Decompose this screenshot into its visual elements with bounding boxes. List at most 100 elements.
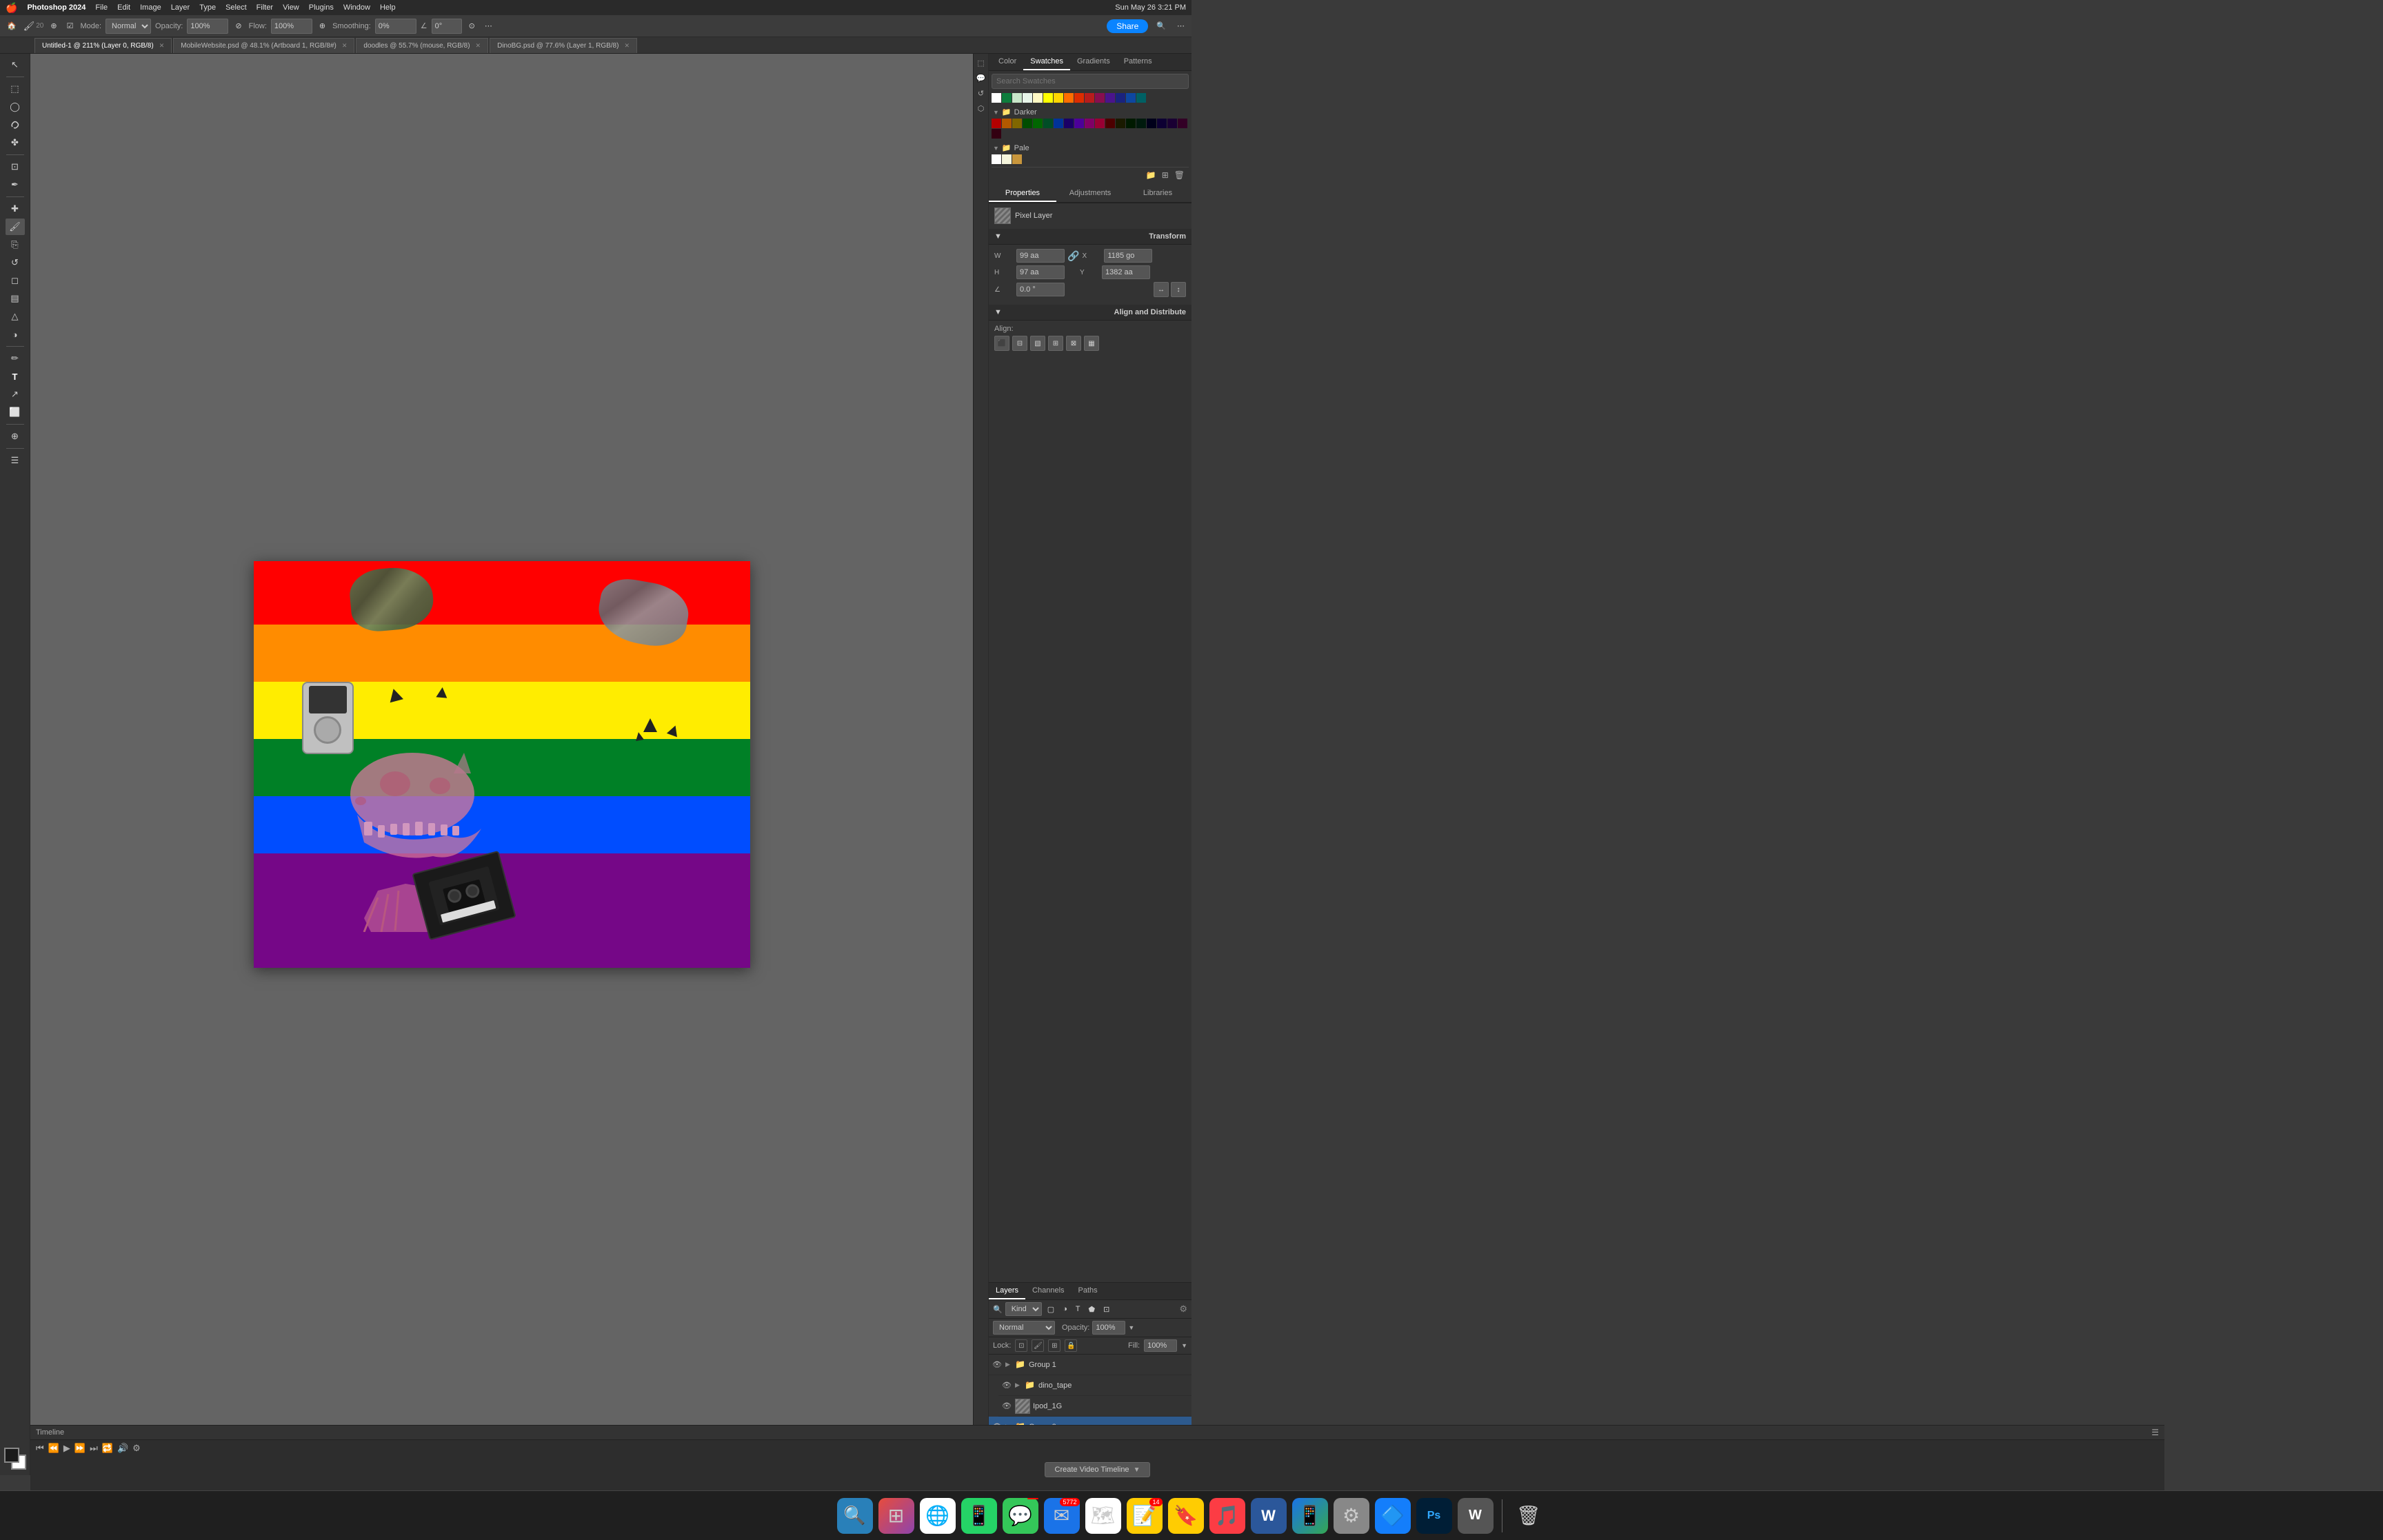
menu-help[interactable]: Help	[380, 3, 396, 12]
tab-2[interactable]: doodles @ 55.7% (mouse, RGB/8) ✕	[356, 38, 488, 53]
tool-marquee-ellipse[interactable]: ◯	[6, 99, 25, 115]
tool-clone-stamp[interactable]: ⎘	[6, 236, 25, 253]
swatch-cell[interactable]	[1002, 93, 1012, 103]
swatch-cell[interactable]	[1054, 93, 1063, 103]
canvas[interactable]	[254, 561, 750, 968]
flip-v-btn[interactable]: ↕	[1171, 282, 1186, 297]
swatch-cell[interactable]	[1033, 93, 1043, 103]
menu-filter[interactable]: Filter	[257, 3, 273, 12]
tool-eyedropper[interactable]: ✒	[6, 176, 25, 193]
lock-position-btn[interactable]: 🔒	[1065, 1339, 1077, 1352]
toolbar-check-btn[interactable]: ☑	[64, 20, 77, 32]
swatch-cell[interactable]	[1064, 93, 1074, 103]
w-input[interactable]	[1016, 249, 1065, 263]
swatch-search-input[interactable]	[992, 74, 1189, 89]
swatch-cell[interactable]	[1043, 93, 1053, 103]
scatter-btn[interactable]: ⋯	[482, 20, 495, 32]
layers-filter-smart-btn[interactable]: ⊡	[1100, 1304, 1112, 1315]
tool-brush[interactable]: 🖌	[6, 219, 25, 235]
layer-ipod[interactable]: 👁 Ipod_1G	[998, 1396, 1192, 1417]
toolbar-home-btn[interactable]: 🏠	[4, 20, 19, 32]
airbrush-btn[interactable]: ⊘	[232, 20, 244, 32]
layer-group1-visibility[interactable]: 👁	[992, 1359, 1003, 1370]
swatch-cell[interactable]	[1043, 119, 1053, 128]
layers-filter-type-btn[interactable]: T	[1073, 1304, 1083, 1315]
menu-image[interactable]: Image	[140, 3, 161, 12]
layers-opacity-input[interactable]	[1092, 1321, 1125, 1335]
dock-finder[interactable]: 🔍	[837, 1498, 873, 1534]
swatch-cell[interactable]	[1126, 93, 1136, 103]
tab-paths[interactable]: Paths	[1072, 1283, 1105, 1299]
swatch-cell[interactable]	[1012, 119, 1022, 128]
tool-dodge[interactable]: ◑	[6, 326, 25, 343]
align-center-h-btn[interactable]: ⊟	[1012, 336, 1027, 351]
mini-chat-btn[interactable]: 💬	[975, 72, 987, 84]
dock-wurst[interactable]: W	[1458, 1498, 1494, 1534]
tab-channels[interactable]: Channels	[1025, 1283, 1071, 1299]
swatch-cell[interactable]	[992, 129, 1001, 139]
swatch-cell[interactable]	[992, 119, 1001, 128]
timeline-skip-end-btn[interactable]: ⏭	[90, 1443, 98, 1454]
dock-messages[interactable]: 💬	[1003, 1498, 1038, 1534]
swatch-cell[interactable]	[1095, 119, 1105, 128]
dock-settings[interactable]: ⚙	[1334, 1498, 1369, 1534]
swatch-cell[interactable]	[1064, 119, 1074, 128]
tool-more[interactable]: ☰	[6, 452, 25, 469]
tab-1[interactable]: MobileWebsite.psd @ 48.1% (Artboard 1, R…	[173, 38, 354, 53]
lock-paint-btn[interactable]: 🖌	[1032, 1339, 1044, 1352]
swatch-cell[interactable]	[992, 93, 1001, 103]
swatch-cell[interactable]	[1095, 93, 1105, 103]
layer-ipod-visibility[interactable]: 👁	[1001, 1401, 1012, 1412]
menu-type[interactable]: Type	[199, 3, 216, 12]
swatch-add-btn[interactable]: ⊞	[1160, 169, 1170, 181]
app-name[interactable]: Photoshop 2024	[27, 3, 86, 12]
dock-chrome[interactable]: 🌐	[920, 1498, 956, 1534]
swatch-cell[interactable]	[1012, 93, 1022, 103]
mini-3d-btn[interactable]: ⬡	[975, 102, 987, 114]
tab-libraries[interactable]: Libraries	[1124, 185, 1192, 202]
layer-group1-arrow[interactable]: ▶	[1005, 1361, 1012, 1368]
tab-0-close[interactable]: ✕	[159, 42, 165, 50]
align-center-v-btn[interactable]: ⊠	[1066, 336, 1081, 351]
tool-move[interactable]: ↖	[6, 57, 25, 73]
layer-dinotape-visibility[interactable]: 👁	[1001, 1380, 1012, 1391]
mode-select[interactable]: Normal	[105, 19, 151, 34]
lock-transparent-btn[interactable]: ⊡	[1015, 1339, 1027, 1352]
flow-options-btn[interactable]: ⊕	[316, 20, 328, 32]
swatch-cell[interactable]	[1147, 119, 1156, 128]
swatch-cell[interactable]	[1136, 93, 1146, 103]
lock-artboard-btn[interactable]: ⊞	[1048, 1339, 1060, 1352]
dock-whatsapp[interactable]: 📱	[961, 1498, 997, 1534]
smoothing-input[interactable]	[375, 19, 416, 34]
canvas-area[interactable]: 77.64% 2350 px x 2025 px (300 ppi) ▶	[30, 54, 973, 1475]
menu-view[interactable]: View	[283, 3, 299, 12]
pressure-btn[interactable]: ⊙	[466, 20, 478, 32]
swatch-delete-btn[interactable]: 🗑	[1173, 169, 1186, 181]
menu-edit[interactable]: Edit	[117, 3, 130, 12]
tab-0[interactable]: Untitled-1 @ 211% (Layer 0, RGB/8) ✕	[34, 38, 172, 53]
tab-color[interactable]: Color	[992, 54, 1023, 70]
timeline-play-btn[interactable]: ▶	[63, 1443, 70, 1454]
swatch-cell[interactable]	[1116, 119, 1125, 128]
search-btn[interactable]: 🔍	[1154, 20, 1169, 32]
timeline-audio-btn[interactable]: 🔊	[117, 1443, 128, 1454]
swatch-folder-btn[interactable]: 📁	[1145, 169, 1158, 181]
menu-layer[interactable]: Layer	[171, 3, 190, 12]
swatch-cell[interactable]	[992, 154, 1001, 164]
menu-file[interactable]: File	[95, 3, 108, 12]
dock-maps[interactable]: 🗺	[1085, 1498, 1121, 1534]
tab-1-close[interactable]: ✕	[342, 42, 348, 50]
swatch-cell[interactable]	[1023, 93, 1032, 103]
y-input[interactable]	[1102, 265, 1150, 279]
opacity-input[interactable]	[187, 19, 228, 34]
mini-color-btn[interactable]: ⬚	[975, 57, 987, 69]
swatch-cell[interactable]	[1126, 119, 1136, 128]
timeline-prev-btn[interactable]: ⏪	[48, 1443, 59, 1454]
tab-properties[interactable]: Properties	[989, 185, 1056, 202]
dock-appstore[interactable]: 📱	[1292, 1498, 1328, 1534]
fill-input[interactable]	[1144, 1339, 1177, 1352]
tool-pen[interactable]: ✏	[6, 350, 25, 367]
pale-group-header[interactable]: ▼ 📁 Pale	[992, 141, 1189, 154]
swatch-cell[interactable]	[1023, 119, 1032, 128]
swatch-cell[interactable]	[1178, 119, 1187, 128]
